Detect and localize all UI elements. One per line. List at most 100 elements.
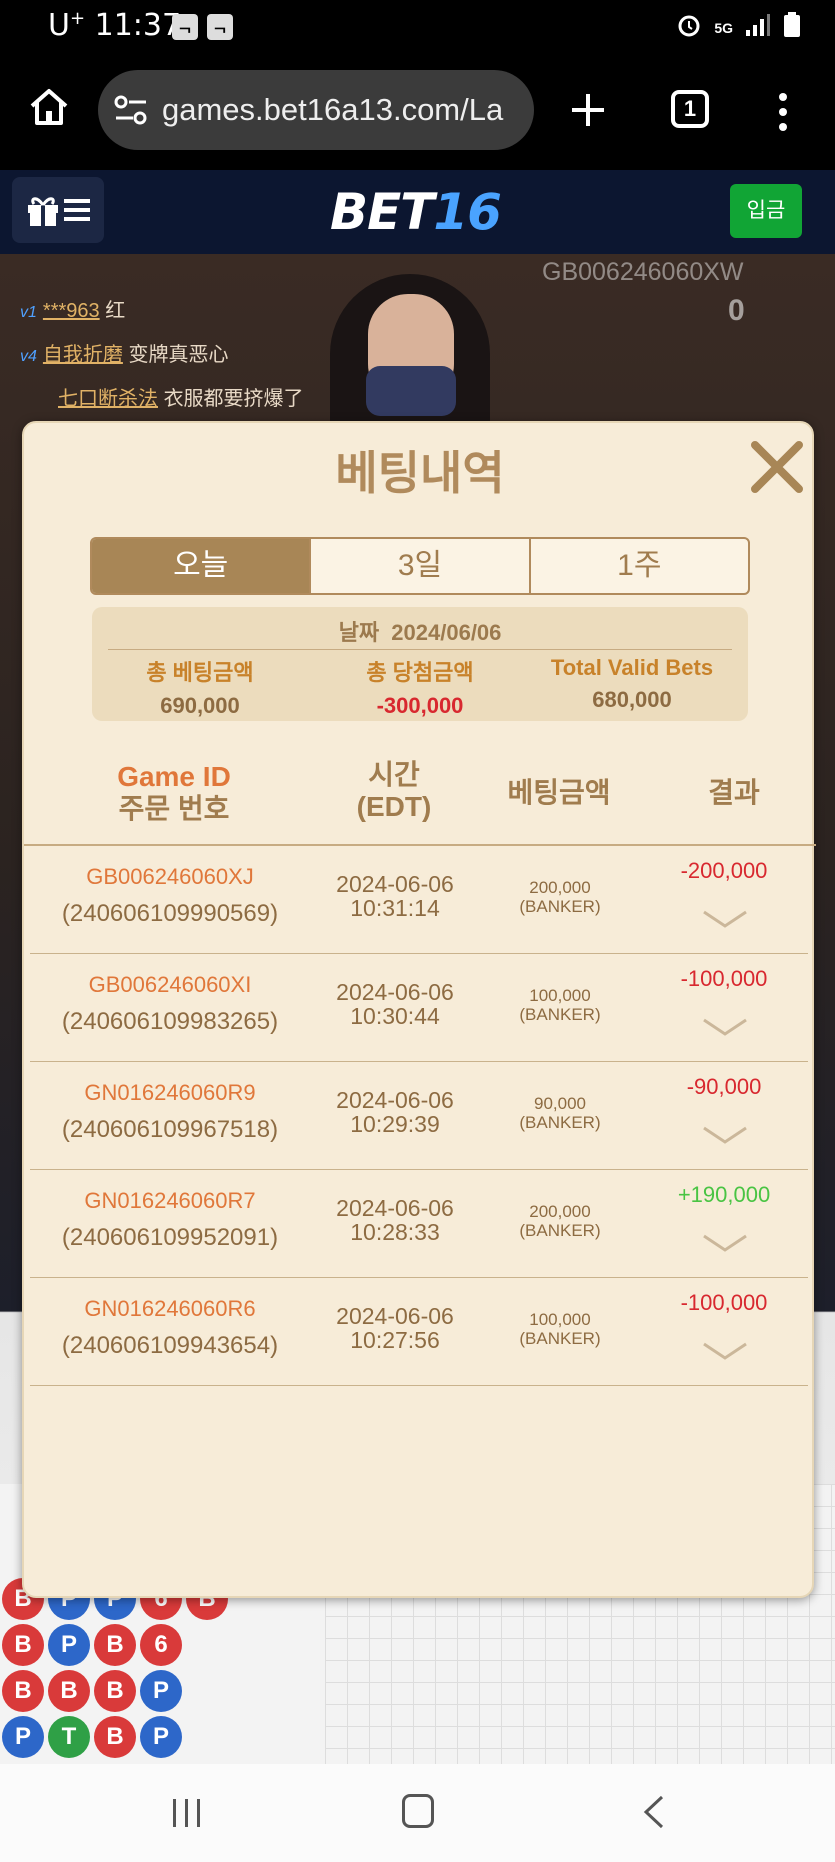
bead: B xyxy=(94,1716,136,1758)
bet-row[interactable]: GN016246060R7 (240606109952091) 2024-06-06… xyxy=(30,1170,808,1278)
chat-text: 衣服都要挤爆了 xyxy=(163,388,304,410)
bead: T xyxy=(48,1716,90,1758)
bet-amount-value: 100,000 xyxy=(529,986,591,1005)
chat-message: 七口断杀法 衣服都要挤爆了 xyxy=(58,382,304,411)
chevron-down-icon[interactable] xyxy=(702,1232,748,1254)
bet-row[interactable]: GB006246060XI (240606109983265) 2024-06-06… xyxy=(30,954,808,1062)
gift-icon xyxy=(26,193,60,232)
chat-message: v4 自我折磨 变牌真恶心 xyxy=(20,338,228,367)
signal-icon xyxy=(745,13,771,42)
bet-time: 2024-06-06 10:28:33 xyxy=(310,1196,480,1244)
tab-1week[interactable]: 1주 xyxy=(531,539,748,593)
chevron-down-icon[interactable] xyxy=(702,1124,748,1146)
total-win-summary: 총 당첨금액 -300,000 xyxy=(320,655,520,719)
recent-apps-icon[interactable] xyxy=(170,1796,204,1830)
gift-menu-button[interactable] xyxy=(12,177,104,243)
chat-text: 红 xyxy=(105,300,126,322)
game-id: GN016246060R7 xyxy=(84,1188,256,1213)
status-time: U+ 11:37 xyxy=(48,8,181,43)
betting-history-modal: 베팅내역 오늘 3일 1주 날짜 2024/06/06 총 베팅금액 690,0… xyxy=(22,421,816,1598)
bet-result: +190,000 xyxy=(677,1182,771,1207)
chat-user: 自我折磨 xyxy=(42,344,123,366)
deposit-button[interactable]: 입금 xyxy=(730,184,802,238)
bet-result: -200,000 xyxy=(680,858,768,883)
bet-date: 2024-06-06 xyxy=(336,1087,454,1113)
bet-amount: 90,000 (BANKER) xyxy=(480,1094,640,1132)
bet-amount: 200,000 (BANKER) xyxy=(480,878,640,916)
chevron-down-icon[interactable] xyxy=(702,908,748,930)
bet-time: 2024-06-06 10:29:39 xyxy=(310,1088,480,1136)
bet-time: 2024-06-06 10:30:44 xyxy=(310,980,480,1028)
bet-date: 2024-06-06 xyxy=(336,1195,454,1221)
bet-amount: 100,000 (BANKER) xyxy=(480,1310,640,1348)
bet-row[interactable]: GN016246060R6 (240606109943654) 2024-06-06… xyxy=(30,1278,808,1386)
bet-amount-value: 90,000 xyxy=(534,1094,586,1113)
order-number: (240606109952091) xyxy=(61,1224,279,1251)
bet-clock: 10:28:33 xyxy=(350,1219,440,1245)
summary-panel: 날짜 2024/06/06 총 베팅금액 690,000 총 당첨금액 -300… xyxy=(92,607,748,721)
more-options-icon[interactable] xyxy=(778,92,788,132)
bet-side: (BANKER) xyxy=(519,1221,601,1240)
total-bet-label: 총 베팅금액 xyxy=(146,660,254,685)
site-header: BET16 입금 xyxy=(0,170,835,254)
bet-time: 2024-06-06 10:27:56 xyxy=(310,1304,480,1352)
col-time: 시간 (EDT) xyxy=(314,759,474,823)
bet-amount: 200,000 (BANKER) xyxy=(480,1202,640,1240)
notification-icon: ᆨ xyxy=(172,14,198,40)
clock-text: 11:37 xyxy=(94,8,182,43)
bead: P xyxy=(48,1624,90,1666)
tab-switcher-button[interactable]: 1 xyxy=(671,90,709,128)
menu-icon xyxy=(64,199,90,226)
tab-today[interactable]: 오늘 xyxy=(92,539,312,593)
col-game-id-label: Game ID xyxy=(117,761,231,792)
bead: P xyxy=(140,1716,182,1758)
battery-icon xyxy=(783,12,801,43)
period-tabs: 오늘 3일 1주 xyxy=(90,537,750,595)
bet-date: 2024-06-06 xyxy=(336,1303,454,1329)
site-settings-icon[interactable] xyxy=(114,94,148,126)
game-id: GN016246060R9 xyxy=(84,1080,256,1105)
address-bar[interactable]: games.bet16a13.com/La xyxy=(98,70,534,150)
bet-row[interactable]: GN016246060R9 (240606109967518) 2024-06-06… xyxy=(30,1062,808,1170)
home-nav-icon[interactable] xyxy=(402,1794,434,1828)
bead: 6 xyxy=(140,1624,182,1666)
bet-amount-value: 200,000 xyxy=(529,878,591,897)
bead: B xyxy=(2,1670,44,1712)
bet-row[interactable]: GB006246060XJ (240606109990569) 2024-06-06… xyxy=(30,846,808,954)
status-bar: U+ 11:37 ᆨ ᆨ 5G xyxy=(0,0,835,56)
bet-side: (BANKER) xyxy=(519,1005,601,1024)
valid-bets-value: 680,000 xyxy=(592,687,672,712)
chevron-down-icon[interactable] xyxy=(702,1340,748,1362)
chevron-down-icon[interactable] xyxy=(702,1016,748,1038)
new-tab-icon[interactable] xyxy=(568,90,608,130)
logo-number: 16 xyxy=(433,183,502,241)
bet-side: (BANKER) xyxy=(519,1113,601,1132)
col-time-label: 시간 xyxy=(368,759,420,790)
url-text[interactable]: games.bet16a13.com/La xyxy=(162,88,522,132)
date-label: 날짜 xyxy=(338,620,380,645)
order-number: (240606109983265) xyxy=(61,1008,279,1035)
dealer-mask xyxy=(366,366,456,416)
bet-side: (BANKER) xyxy=(519,1329,601,1348)
bead: B xyxy=(2,1624,44,1666)
total-bet-value: 690,000 xyxy=(160,693,240,718)
logo-text: BET xyxy=(330,183,434,241)
summary-date: 날짜 2024/06/06 xyxy=(92,615,748,647)
chat-user: 七口断杀法 xyxy=(58,388,158,410)
close-icon[interactable] xyxy=(749,439,805,495)
network-type: 5G xyxy=(714,19,733,36)
bet-result: -90,000 xyxy=(686,1074,762,1099)
modal-title: 베팅내역 xyxy=(335,447,505,499)
browser-toolbar: games.bet16a13.com/La 1 xyxy=(0,56,835,168)
home-icon[interactable] xyxy=(28,86,70,128)
back-icon[interactable] xyxy=(640,1794,666,1830)
bet-time: 2024-06-06 10:31:14 xyxy=(310,872,480,920)
chat-level: v4 xyxy=(20,348,37,365)
tab-3days[interactable]: 3일 xyxy=(311,539,531,593)
game-id: GB006246060XI xyxy=(88,972,252,997)
site-logo[interactable]: BET16 xyxy=(330,182,505,242)
order-number: (240606109943654) xyxy=(61,1332,279,1359)
chat-text: 变牌真恶心 xyxy=(128,344,229,366)
system-nav-bar xyxy=(0,1764,835,1862)
total-win-label: 총 당첨금액 xyxy=(366,660,474,685)
